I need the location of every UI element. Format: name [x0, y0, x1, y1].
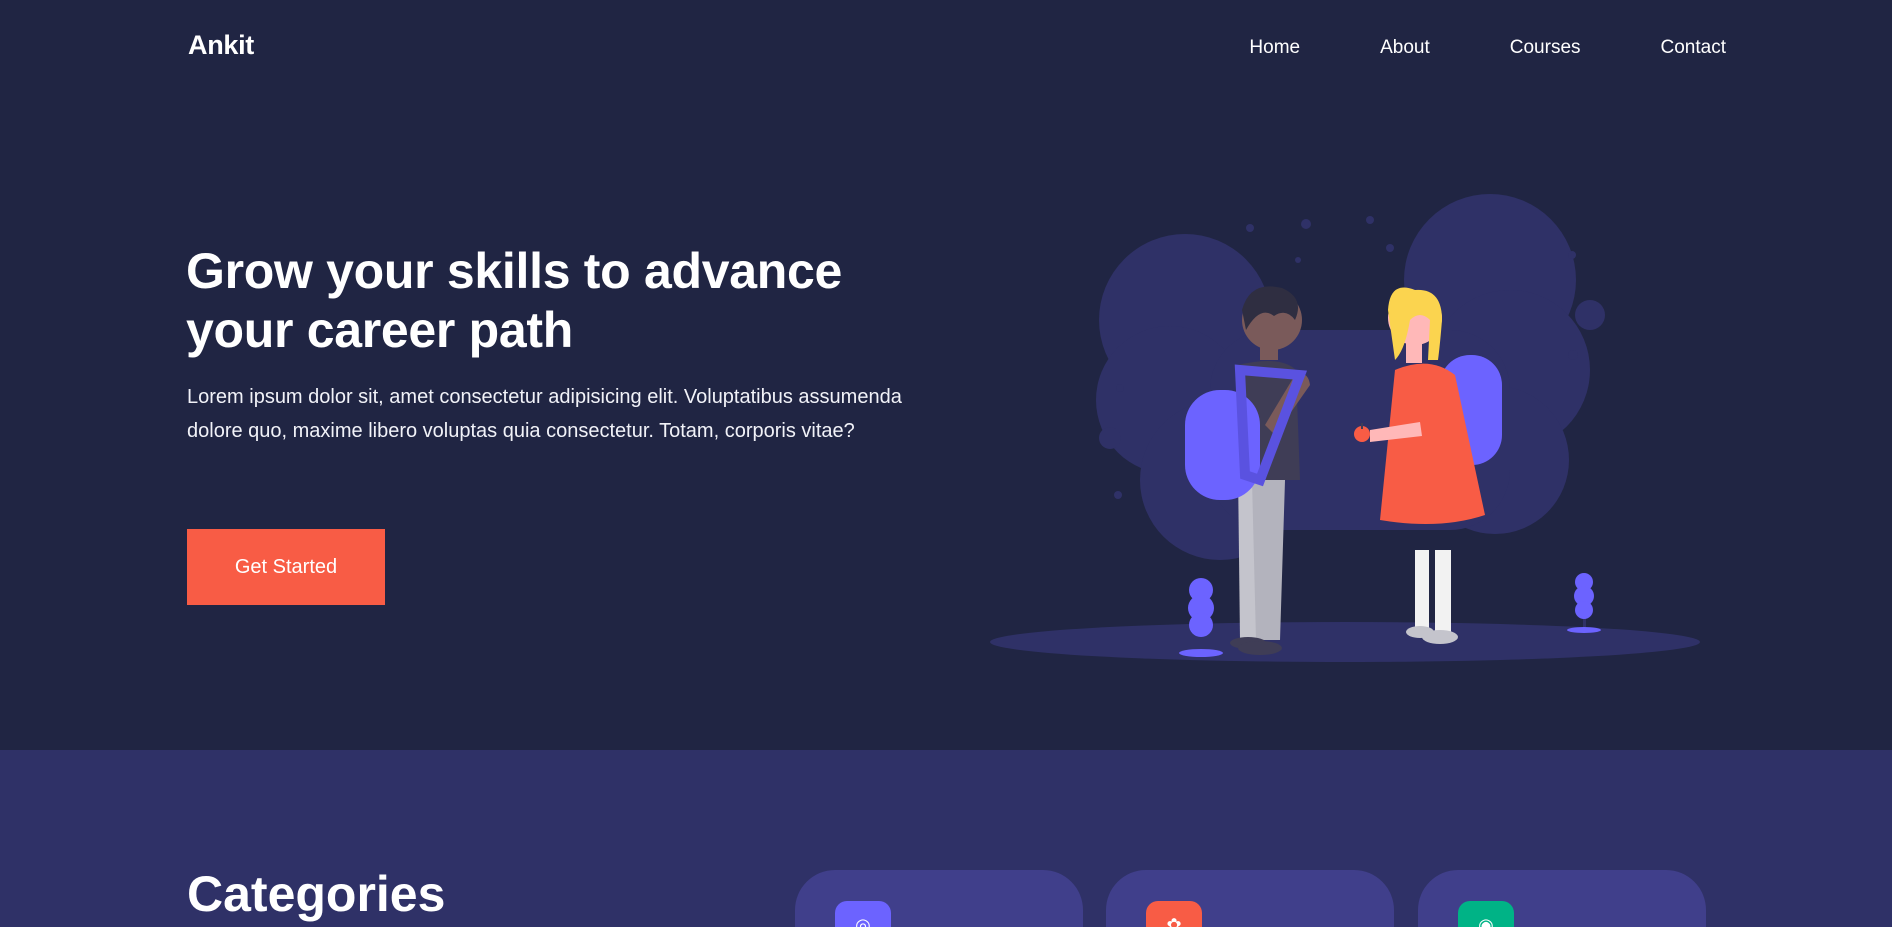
- hero-title: Grow your skills to advance your career …: [186, 243, 843, 358]
- categories-section: Categories ◎ ✿ ◉: [0, 750, 1892, 927]
- category-card[interactable]: ◉: [1418, 870, 1706, 927]
- hero-description: Lorem ipsum dolor sit, amet consectetur …: [187, 386, 902, 442]
- category-card[interactable]: ◎: [795, 870, 1083, 927]
- logo[interactable]: Ankit: [188, 30, 254, 61]
- category-card[interactable]: ✿: [1106, 870, 1394, 927]
- nav-link-home[interactable]: Home: [1249, 37, 1300, 59]
- navbar: Ankit Home About Courses Contact: [0, 0, 1892, 96]
- dollar-icon: ◉: [1458, 901, 1514, 927]
- nav-link-courses[interactable]: Courses: [1510, 37, 1581, 59]
- palette-icon: ✿: [1146, 901, 1202, 927]
- nav-link-contact[interactable]: Contact: [1661, 37, 1726, 59]
- categories-title: Categories: [187, 866, 446, 922]
- eye-icon: ◎: [835, 901, 891, 927]
- get-started-button[interactable]: Get Started: [187, 529, 385, 605]
- kids-with-backpacks-illustration: [990, 194, 1700, 662]
- nav-link-about[interactable]: About: [1380, 37, 1430, 59]
- nav-menu: Home About Courses Contact: [1249, 37, 1726, 59]
